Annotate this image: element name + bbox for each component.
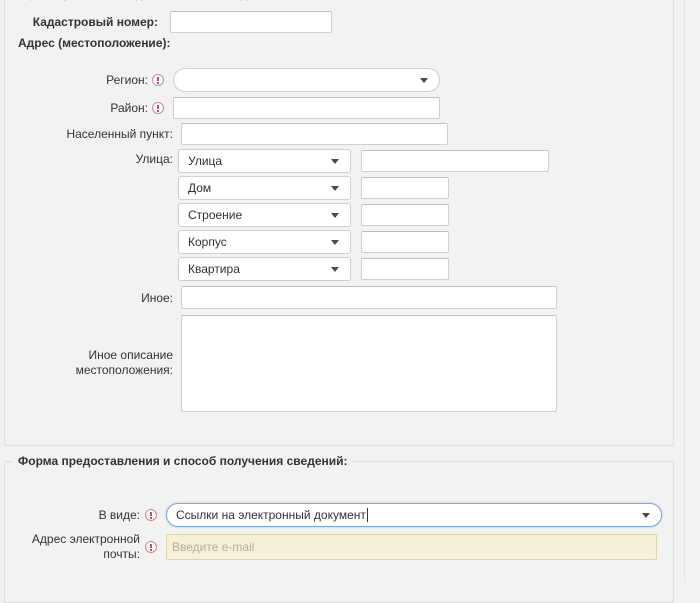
cadastral-number-label: Кадастровый номер: <box>18 15 158 29</box>
info-icon[interactable] <box>145 509 157 521</box>
street-row: Корпус <box>178 230 449 254</box>
house-type-combobox[interactable]: Дом <box>178 176 351 200</box>
delivery-form-label: В виде: <box>18 508 140 522</box>
locality-label: Населенный пункт: <box>18 127 173 141</box>
address-heading-row: Адрес (местоположение): <box>18 36 170 50</box>
region-label: Регион: <box>18 73 148 87</box>
chevron-down-icon <box>331 159 339 164</box>
street-row: Улица <box>178 149 549 173</box>
chevron-down-icon <box>331 186 339 191</box>
cadastral-number-input[interactable] <box>170 11 332 33</box>
email-label-line2: почты: <box>18 547 140 562</box>
street-value-input[interactable] <box>361 150 549 172</box>
email-label: Адрес электронной почты: <box>18 532 140 562</box>
other-label: Иное: <box>18 291 173 305</box>
street-type-value: Улица <box>188 154 222 168</box>
street-type-combobox[interactable]: Улица <box>178 149 351 173</box>
building-type-combobox[interactable]: Строение <box>178 203 351 227</box>
district-label: Район: <box>18 101 148 115</box>
apartment-value-input[interactable] <box>361 258 449 280</box>
other-input[interactable] <box>181 286 557 309</box>
street-label-row: Улица: <box>18 152 173 166</box>
block-value-input[interactable] <box>361 231 449 253</box>
apartment-type-value: Квартира <box>188 262 240 276</box>
district-row: Район: <box>18 97 458 119</box>
apartment-type-combobox[interactable]: Квартира <box>178 257 351 281</box>
text-caret <box>367 508 368 522</box>
delivery-legend: Форма предоставления и способ получения … <box>13 454 352 468</box>
other-row: Иное: <box>18 286 558 309</box>
region-row: Регион: <box>18 68 458 92</box>
building-value-input[interactable] <box>361 204 449 226</box>
building-type-value: Строение <box>188 208 242 222</box>
street-label: Улица: <box>18 152 173 166</box>
street-row: Строение <box>178 203 449 227</box>
cadastral-number-row: Кадастровый номер: <box>18 11 558 33</box>
chevron-down-icon <box>331 240 339 245</box>
chevron-down-icon <box>331 213 339 218</box>
address-heading-label: Адрес (местоположение): <box>18 36 170 50</box>
delivery-form-value: Ссылки на электронный документ <box>176 508 366 522</box>
email-input[interactable] <box>166 534 657 560</box>
email-row: Адрес электронной почты: <box>18 532 678 562</box>
page-container-rule <box>684 0 685 582</box>
region-combobox[interactable] <box>173 68 440 92</box>
locality-row: Населенный пункт: <box>18 123 458 145</box>
email-label-line1: Адрес электронной <box>18 532 140 547</box>
house-type-value: Дом <box>188 181 211 195</box>
other-description-label: Иное описание местоположения: <box>18 315 173 378</box>
info-icon[interactable] <box>152 74 164 86</box>
delivery-form-combobox[interactable]: Ссылки на электронный документ <box>166 503 662 527</box>
form-page: в т. ч. ранее учтённые, сведения об объе… <box>0 0 700 582</box>
street-row: Квартира <box>178 257 449 281</box>
chevron-down-icon <box>331 267 339 272</box>
house-value-input[interactable] <box>361 177 449 199</box>
other-description-textarea[interactable] <box>181 315 557 412</box>
other-description-label-line2: местоположения: <box>18 363 173 378</box>
chevron-down-icon <box>642 513 650 518</box>
block-type-value: Корпус <box>188 235 227 249</box>
info-icon[interactable] <box>145 541 157 553</box>
street-row: Дом <box>178 176 449 200</box>
info-icon[interactable] <box>152 102 164 114</box>
block-type-combobox[interactable]: Корпус <box>178 230 351 254</box>
locality-input[interactable] <box>181 123 448 145</box>
chevron-down-icon <box>420 78 428 83</box>
other-description-label-line1: Иное описание <box>18 348 173 363</box>
other-description-row: Иное описание местоположения: <box>18 315 557 412</box>
delivery-form-row: В виде: Ссылки на электронный документ <box>18 503 678 527</box>
district-input[interactable] <box>173 97 440 119</box>
